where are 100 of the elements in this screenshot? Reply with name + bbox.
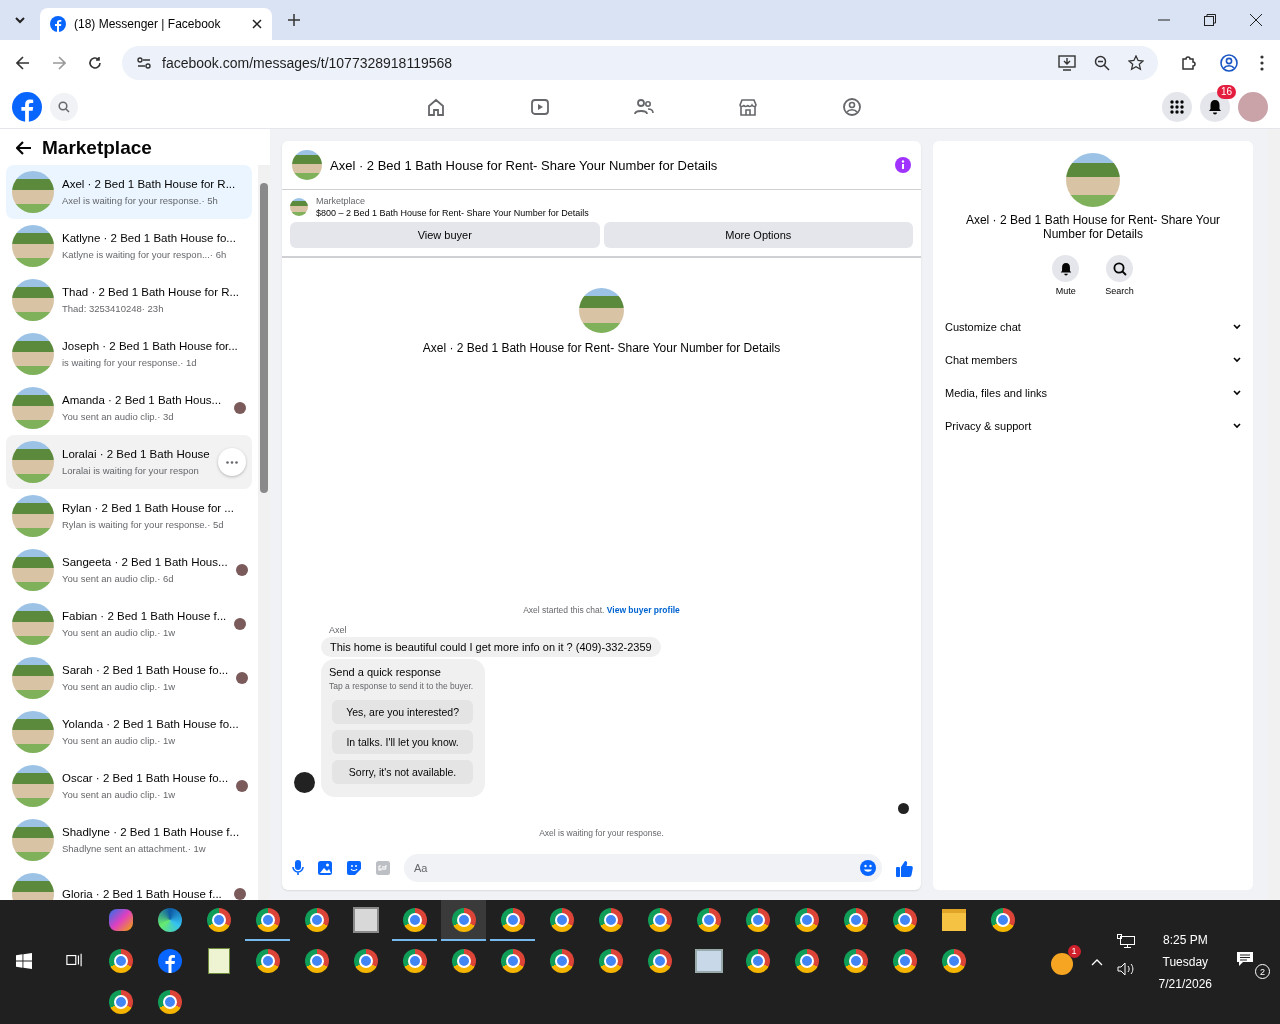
taskbar-app[interactable] bbox=[441, 900, 486, 941]
clock[interactable]: 8:25 PM Tuesday 7/21/2026 bbox=[1158, 933, 1212, 991]
listing-photo bbox=[12, 495, 54, 537]
network-icon[interactable] bbox=[1116, 934, 1135, 948]
facebook-logo[interactable] bbox=[12, 92, 42, 122]
action-label: Mute bbox=[1055, 286, 1076, 296]
sticker-icon[interactable] bbox=[346, 860, 362, 876]
mute-button[interactable] bbox=[1052, 255, 1080, 282]
back-icon[interactable] bbox=[16, 56, 30, 70]
conversation-item[interactable]: Amanda · 2 Bed 1 Bath Hous... You sent an audio clip.· 3d bbox=[6, 381, 252, 435]
conversation-name: Katlyne · 2 Bed 1 Bath House fo... bbox=[62, 231, 236, 245]
quick-reply-button[interactable]: Sorry, it's not available. bbox=[332, 760, 474, 784]
listing-source: Marketplace bbox=[316, 196, 367, 206]
extensions-icon[interactable] bbox=[1180, 54, 1198, 72]
conversation-preview: You sent an audio clip.· 6d bbox=[62, 573, 174, 585]
conversation-preview: Loralai is waiting for your respon bbox=[62, 465, 199, 477]
notification-center-icon[interactable] bbox=[1236, 951, 1254, 967]
conversation-item[interactable]: Fabian · 2 Bed 1 Bath House f... You sent an audio clip.· 1w bbox=[6, 597, 252, 651]
ellipsis-icon bbox=[226, 460, 238, 464]
conversation-preview: You sent an audio clip.· 1w bbox=[62, 681, 176, 693]
site-settings-icon[interactable] bbox=[136, 55, 152, 71]
listing-photo bbox=[12, 657, 54, 699]
new-tab-icon[interactable] bbox=[288, 14, 300, 26]
notification-badge: 16 bbox=[1216, 85, 1236, 99]
conversation-item[interactable]: Joseph · 2 Bed 1 Bath House for... is waiting for your response.· 1d bbox=[6, 327, 252, 381]
store-icon[interactable] bbox=[738, 97, 758, 117]
page-scrollbar[interactable] bbox=[1268, 129, 1280, 900]
chat-start-note: Axel started this chat. View buyer profile bbox=[522, 605, 681, 615]
listing-button[interactable]: More Options bbox=[603, 222, 913, 248]
details-section[interactable]: Customize chat bbox=[945, 310, 1241, 343]
address-field[interactable]: facebook.com/messages/t/1077328918119568 bbox=[122, 46, 1158, 80]
conversation-item[interactable]: Axel · 2 Bed 1 Bath House for R... Axel is waiting for your response.· 5h bbox=[6, 165, 252, 219]
listing-photo bbox=[12, 549, 54, 591]
listing-photo bbox=[12, 279, 54, 321]
conversation-name: Amanda · 2 Bed 1 Bath Hous... bbox=[62, 393, 222, 407]
browser-tab[interactable]: (18) Messenger | Facebook bbox=[40, 8, 272, 40]
conversation-name: Shadlyne · 2 Bed 1 Bath House f... bbox=[62, 825, 240, 839]
details-section[interactable]: Privacy & support bbox=[945, 409, 1241, 442]
close-icon[interactable] bbox=[252, 19, 262, 29]
search-button[interactable] bbox=[1106, 255, 1133, 282]
menu-button[interactable] bbox=[1162, 92, 1192, 122]
conversation-preview: You sent an audio clip.· 1w bbox=[62, 735, 176, 747]
zoom-icon[interactable] bbox=[1094, 55, 1110, 71]
people-icon[interactable] bbox=[634, 97, 654, 117]
listing-photo bbox=[12, 441, 54, 483]
conversation-preview: Shadlyne sent an attachment.· 1w bbox=[62, 843, 206, 855]
conversation-name: Rylan · 2 Bed 1 Bath House for ... bbox=[62, 501, 234, 515]
sidebar-title: Marketplace bbox=[42, 137, 152, 159]
install-icon[interactable] bbox=[1058, 55, 1076, 71]
scrollbar[interactable] bbox=[258, 165, 270, 900]
search-icon bbox=[1112, 261, 1127, 276]
emoji-icon[interactable] bbox=[860, 860, 876, 876]
conversation-item[interactable]: Sangeeta · 2 Bed 1 Bath Hous... You sent an audio clip.· 6d bbox=[6, 543, 252, 597]
details-section[interactable]: Chat members bbox=[945, 343, 1241, 376]
conversation-preview: Thad: 3253410248· 23h bbox=[62, 303, 164, 315]
start-icon[interactable] bbox=[16, 952, 32, 970]
conversation-item[interactable]: Katlyne · 2 Bed 1 Bath House fo... Katlyne is waiting for your respon...· 6h bbox=[6, 219, 252, 273]
conversation-name: Loralai · 2 Bed 1 Bath House bbox=[62, 447, 210, 461]
thumbs-up-icon[interactable] bbox=[896, 859, 913, 877]
video-icon[interactable] bbox=[530, 97, 550, 117]
microphone-icon[interactable] bbox=[292, 860, 304, 876]
quick-reply-button[interactable]: Yes, are you interested? bbox=[332, 700, 474, 724]
volume-icon[interactable] bbox=[1116, 962, 1135, 976]
menu-icon[interactable] bbox=[1260, 55, 1264, 71]
forward-icon[interactable] bbox=[52, 56, 66, 70]
home-icon[interactable] bbox=[426, 97, 446, 117]
reload-icon[interactable] bbox=[88, 56, 102, 70]
facebook-icon bbox=[157, 948, 182, 973]
conversation-item[interactable]: Rylan · 2 Bed 1 Bath House for ... Rylan is waiting for your response.· 5d bbox=[6, 489, 252, 543]
view-buyer-profile-link[interactable]: View buyer profile bbox=[606, 605, 680, 615]
conversation-name: Sarah · 2 Bed 1 Bath House fo... bbox=[62, 663, 229, 677]
info-icon[interactable] bbox=[895, 157, 911, 173]
conversation-item[interactable]: Loralai · 2 Bed 1 Bath House Loralai is waiting for your respon bbox=[6, 435, 252, 489]
message-field[interactable]: Aa bbox=[404, 854, 882, 882]
star-icon[interactable] bbox=[1128, 55, 1144, 71]
conversation-name: Sangeeta · 2 Bed 1 Bath Hous... bbox=[62, 555, 228, 569]
conversation-preview: Axel is waiting for your response.· 5h bbox=[62, 195, 218, 207]
quick-reply-button[interactable]: In talks. I'll let you know. bbox=[332, 730, 474, 754]
read-receipt-avatar bbox=[898, 803, 909, 814]
conversation-name: Yolanda · 2 Bed 1 Bath House fo... bbox=[62, 717, 239, 731]
profile-icon[interactable] bbox=[1220, 54, 1238, 72]
listing-photo bbox=[12, 765, 54, 807]
task-view-icon[interactable] bbox=[66, 952, 82, 968]
image-icon[interactable] bbox=[318, 861, 332, 875]
conversation-preview: Katlyne is waiting for your respon...· 6h bbox=[62, 249, 227, 261]
listing-photo bbox=[12, 819, 54, 861]
close-icon[interactable] bbox=[1250, 14, 1262, 26]
chevron-up-icon[interactable] bbox=[1090, 958, 1103, 966]
conversation-item[interactable]: Yolanda · 2 Bed 1 Bath House fo... You sent an audio clip.· 1w bbox=[6, 705, 252, 759]
listing-button[interactable]: View buyer bbox=[290, 222, 600, 248]
details-section[interactable]: Media, files and links bbox=[945, 376, 1241, 409]
conversation-item[interactable]: Thad · 2 Bed 1 Bath House for R... Thad: 3253410248· 23h bbox=[6, 273, 252, 327]
listing-summary: $800 – 2 Bed 1 Bath House for Rent- Share Your Number for Details bbox=[316, 208, 589, 218]
back-arrow-icon[interactable] bbox=[16, 141, 32, 155]
conversation-item[interactable]: Shadlyne · 2 Bed 1 Bath House f... Shadlyne sent an attachment.· 1w bbox=[6, 813, 252, 867]
conversation-item[interactable]: Sarah · 2 Bed 1 Bath House fo... You sent an audio clip.· 1w bbox=[6, 651, 252, 705]
message-input[interactable]: Aa bbox=[412, 861, 860, 875]
conversation-preview: You sent an audio clip.· 1w bbox=[62, 627, 176, 639]
restore-icon[interactable] bbox=[1204, 14, 1216, 26]
conversation-item[interactable]: Oscar · 2 Bed 1 Bath House fo... You sent an audio clip.· 1w bbox=[6, 759, 252, 813]
